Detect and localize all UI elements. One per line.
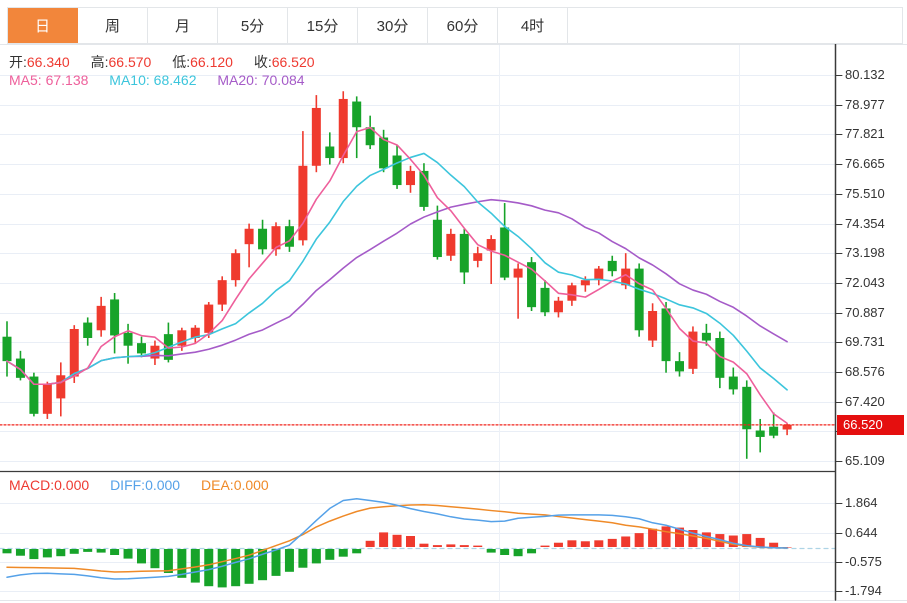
tab-30min[interactable]: 30分 bbox=[358, 8, 428, 43]
price-tick-label: 73.198 bbox=[845, 246, 885, 260]
ma20-value: 70.084 bbox=[262, 72, 305, 88]
dea-label: DEA: bbox=[201, 477, 234, 493]
dea-value: 0.000 bbox=[234, 477, 269, 493]
ma5-value: 67.138 bbox=[46, 72, 89, 88]
price-tick-label: 67.420 bbox=[845, 395, 885, 409]
high-readout: 高:66.570 bbox=[91, 54, 152, 70]
high-label: 高: bbox=[91, 54, 109, 70]
ma10-value: 68.462 bbox=[154, 72, 197, 88]
open-readout: 开:66.340 bbox=[9, 54, 70, 70]
tab-day[interactable]: 日 bbox=[8, 8, 78, 43]
price-tick-label: 65.109 bbox=[845, 454, 885, 468]
macd-value: 0.000 bbox=[54, 477, 89, 493]
high-value: 66.570 bbox=[109, 54, 152, 70]
low-label: 低: bbox=[172, 54, 190, 70]
macd-value-readout: MACD:0.000 bbox=[9, 477, 89, 493]
price-tick-label: 76.665 bbox=[845, 157, 885, 171]
ma5-readout: MA5: 67.138 bbox=[9, 72, 88, 88]
close-readout: 收:66.520 bbox=[254, 54, 315, 70]
ma5-label: MA5: bbox=[9, 72, 42, 88]
low-readout: 低:66.120 bbox=[172, 54, 233, 70]
macd-readout: MACD:0.000 DIFF:0.000 DEA:0.000 bbox=[9, 477, 286, 493]
diff-value-readout: DIFF:0.000 bbox=[110, 477, 180, 493]
price-tick-label: 77.821 bbox=[845, 127, 885, 141]
macd-tick-label: 1.864 bbox=[845, 496, 878, 510]
diff-label: DIFF: bbox=[110, 477, 145, 493]
close-label: 收: bbox=[254, 54, 272, 70]
tab-5min[interactable]: 5分 bbox=[218, 8, 288, 43]
ma20-label: MA20: bbox=[217, 72, 257, 88]
kline-chart-canvas[interactable] bbox=[0, 0, 907, 603]
ohlc-readout: 开:66.340 高:66.570 低:66.120 收:66.520 bbox=[9, 52, 332, 72]
macd-label: MACD: bbox=[9, 477, 54, 493]
ma10-label: MA10: bbox=[109, 72, 149, 88]
current-price-value: 66.520 bbox=[843, 417, 883, 432]
close-value: 66.520 bbox=[272, 54, 315, 70]
price-tick-label: 69.731 bbox=[845, 335, 885, 349]
macd-tick-label: 0.644 bbox=[845, 526, 878, 540]
price-tick-label: 80.132 bbox=[845, 68, 885, 82]
ma-readout: MA5: 67.138 MA10: 68.462 MA20: 70.084 bbox=[9, 72, 322, 88]
tab-15min[interactable]: 15分 bbox=[288, 8, 358, 43]
macd-tick-label: -1.794 bbox=[845, 584, 882, 598]
price-tick-label: 68.576 bbox=[845, 365, 885, 379]
tab-60min[interactable]: 60分 bbox=[428, 8, 498, 43]
price-tick-label: 72.043 bbox=[845, 276, 885, 290]
price-tick-label: 78.977 bbox=[845, 98, 885, 112]
price-tick-label: 75.510 bbox=[845, 187, 885, 201]
tab-4hour[interactable]: 4时 bbox=[498, 8, 568, 43]
open-label: 开: bbox=[9, 54, 27, 70]
period-tabbar: 日周月5分15分30分60分4时 bbox=[7, 7, 903, 44]
price-tick-label: 70.887 bbox=[845, 306, 885, 320]
diff-value: 0.000 bbox=[145, 477, 180, 493]
tab-week[interactable]: 周 bbox=[78, 8, 148, 43]
dea-value-readout: DEA:0.000 bbox=[201, 477, 269, 493]
ma10-readout: MA10: 68.462 bbox=[109, 72, 196, 88]
ma20-readout: MA20: 70.084 bbox=[217, 72, 304, 88]
price-tick-label: 74.354 bbox=[845, 217, 885, 231]
current-price-tag: 66.520 bbox=[837, 415, 904, 435]
macd-tick-label: -0.575 bbox=[845, 555, 882, 569]
low-value: 66.120 bbox=[190, 54, 233, 70]
tab-month[interactable]: 月 bbox=[148, 8, 218, 43]
open-value: 66.340 bbox=[27, 54, 70, 70]
